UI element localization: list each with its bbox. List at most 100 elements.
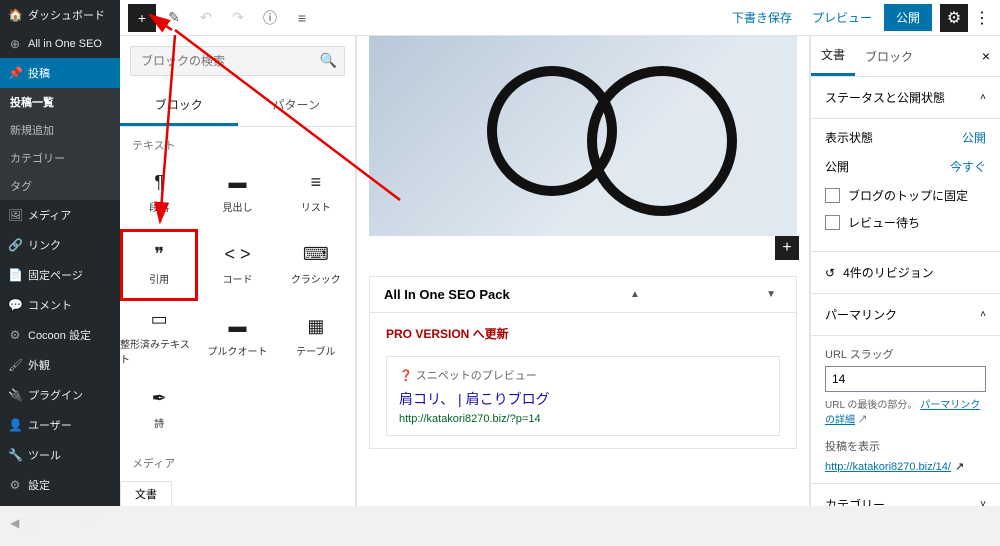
tab-block[interactable]: ブロック: [855, 38, 923, 75]
undo-button[interactable]: ↶: [192, 4, 220, 32]
sidebar-collapse[interactable]: ◀メニューを閉じる: [0, 500, 120, 546]
sidebar-item-appearance[interactable]: 🖌外観: [0, 350, 120, 380]
list-icon: ≡: [311, 172, 322, 193]
slug-input[interactable]: [825, 366, 986, 392]
sidebar-item-comments[interactable]: 💬コメント: [0, 290, 120, 320]
metabox-title: All In One SEO Pack: [384, 287, 510, 302]
more-menu-button[interactable]: ⋮: [972, 8, 992, 28]
block-search-input[interactable]: [130, 46, 345, 76]
chevron-down-icon: ˅: [980, 499, 986, 506]
sticky-checkbox[interactable]: ブログのトップに固定: [825, 187, 986, 204]
publish-value[interactable]: 今すぐ: [950, 158, 986, 175]
gallery-icon: ▭: [229, 501, 246, 507]
checkbox-icon: [825, 188, 840, 203]
subitem-tags[interactable]: タグ: [0, 172, 120, 200]
section-text-label: テキスト: [120, 127, 355, 157]
block-paragraph[interactable]: ¶段落: [120, 157, 198, 229]
pending-checkbox[interactable]: レビュー待ち: [825, 214, 986, 231]
wrench-icon: 🔧: [8, 448, 22, 462]
verse-icon: ✒: [152, 388, 167, 409]
audio-icon: ♪: [311, 501, 320, 507]
sidebar-item-users[interactable]: 👤ユーザー: [0, 410, 120, 440]
block-preformatted[interactable]: ▭整形済みテキスト: [120, 301, 198, 373]
block-verse[interactable]: ✒詩: [120, 373, 198, 445]
publish-label: 公開: [825, 158, 849, 175]
pro-upgrade-link[interactable]: PRO VERSION へ更新: [386, 327, 509, 341]
add-block-button[interactable]: +: [128, 4, 156, 32]
bottom-document-tab[interactable]: 文書: [120, 481, 172, 506]
featured-image[interactable]: +: [369, 36, 797, 236]
block-audio[interactable]: ♪: [277, 475, 355, 506]
classic-icon: ⌨: [303, 244, 329, 265]
visibility-value[interactable]: 公開: [962, 129, 986, 146]
sidebar-item-pages[interactable]: 📄固定ページ: [0, 260, 120, 290]
metabox-down-icon[interactable]: ▼: [760, 289, 782, 300]
external-icon: ↗: [955, 460, 964, 473]
sidebar-item-cocoon[interactable]: ⚙Cocoon 設定: [0, 320, 120, 350]
block-quote[interactable]: ❞引用: [120, 229, 198, 301]
edit-mode-button[interactable]: ✎: [160, 4, 188, 32]
block-list[interactable]: ≡リスト: [277, 157, 355, 229]
add-block-inline-button[interactable]: +: [775, 236, 799, 260]
panel-permalink[interactable]: パーマリンク˄: [811, 294, 1000, 336]
block-pullquote[interactable]: ▬プルクオート: [198, 301, 276, 373]
tab-blocks[interactable]: ブロック: [120, 86, 238, 126]
editor-canvas[interactable]: + All In One SEO Pack ▲ ▼ PRO VERSION へ更…: [356, 36, 810, 506]
sidebar-item-links[interactable]: 🔗リンク: [0, 230, 120, 260]
section-media-label: メディア: [120, 445, 355, 475]
snippet-preview: ❓ スニペットのプレビュー 肩コリ、 | 肩こりブログ http://katak…: [386, 356, 780, 436]
slug-hint: URL の最後の部分。 パーマリンクの詳細 ↗: [825, 398, 986, 428]
panel-status[interactable]: ステータスと公開状態˄: [811, 77, 1000, 119]
info-button[interactable]: ⓘ: [256, 4, 284, 32]
comment-icon: 💬: [8, 298, 22, 312]
main: + ✎ ↶ ↷ ⓘ ≡ 下書き保存 プレビュー 公開 ⚙ ⋮ 🔍 ブロック パタ…: [120, 0, 1000, 506]
sidebar-item-posts[interactable]: 📌投稿: [0, 58, 120, 88]
sidebar-item-media[interactable]: 🖼メディア: [0, 200, 120, 230]
gear-icon: ⚙: [8, 478, 22, 492]
block-table[interactable]: ▦テーブル: [277, 301, 355, 373]
revisions-link[interactable]: ↺4件のリビジョン: [811, 252, 1000, 294]
history-icon: ↺: [825, 266, 835, 280]
aioseo-metabox: All In One SEO Pack ▲ ▼ PRO VERSION へ更新 …: [369, 276, 797, 449]
tab-document[interactable]: 文書: [811, 36, 855, 76]
block-heading[interactable]: ▬見出し: [198, 157, 276, 229]
panel-category[interactable]: カテゴリー˅: [811, 484, 1000, 506]
sidebar-item-settings[interactable]: ⚙設定: [0, 470, 120, 500]
slug-label: URL スラッグ: [825, 346, 986, 362]
view-post-label: 投稿を表示: [825, 438, 986, 454]
subitem-post-list[interactable]: 投稿一覧: [0, 88, 120, 116]
block-gallery[interactable]: ▭: [198, 475, 276, 506]
metabox-up-icon[interactable]: ▲: [624, 289, 646, 300]
close-settings-button[interactable]: ×: [972, 48, 1000, 64]
table-icon: ▦: [307, 316, 324, 337]
dashboard-icon: 🏠: [8, 8, 22, 22]
preview-link[interactable]: プレビュー: [812, 9, 872, 26]
redo-button[interactable]: ↷: [224, 4, 252, 32]
subitem-add-new[interactable]: 新規追加: [0, 116, 120, 144]
settings-toggle-button[interactable]: ⚙: [940, 4, 968, 32]
save-draft-link[interactable]: 下書き保存: [732, 9, 792, 26]
search-icon: 🔍: [320, 52, 337, 69]
tab-patterns[interactable]: パターン: [238, 86, 356, 126]
sidebar-item-dashboard[interactable]: 🏠ダッシュボード: [0, 0, 120, 30]
admin-sidebar: 🏠ダッシュボード ⊕All in One SEO 📌投稿 投稿一覧 新規追加 カ…: [0, 0, 120, 506]
sidebar-item-aioseo[interactable]: ⊕All in One SEO: [0, 30, 120, 58]
subitem-categories[interactable]: カテゴリー: [0, 144, 120, 172]
sidebar-item-plugins[interactable]: 🔌プラグイン: [0, 380, 120, 410]
outline-button[interactable]: ≡: [288, 4, 316, 32]
heading-icon: ▬: [228, 172, 246, 193]
block-classic[interactable]: ⌨クラシック: [277, 229, 355, 301]
code-icon: < >: [224, 244, 250, 265]
inserter-tabs: ブロック パターン: [120, 86, 355, 127]
checkbox-icon: [825, 215, 840, 230]
gear-icon: ⚙: [8, 328, 22, 342]
block-code[interactable]: < >コード: [198, 229, 276, 301]
block-inserter: 🔍 ブロック パターン テキスト ¶段落 ▬見出し ≡リスト ❞引用 < >コー…: [120, 36, 356, 506]
snippet-title: 肩コリ、 | 肩こりブログ: [399, 389, 767, 409]
permalink-url[interactable]: http://katakori8270.biz/14/: [825, 461, 951, 473]
sidebar-item-tools[interactable]: 🔧ツール: [0, 440, 120, 470]
brush-icon: 🖌: [8, 358, 22, 372]
publish-button[interactable]: 公開: [884, 4, 932, 31]
seo-icon: ⊕: [8, 37, 22, 51]
pullquote-icon: ▬: [228, 316, 246, 337]
